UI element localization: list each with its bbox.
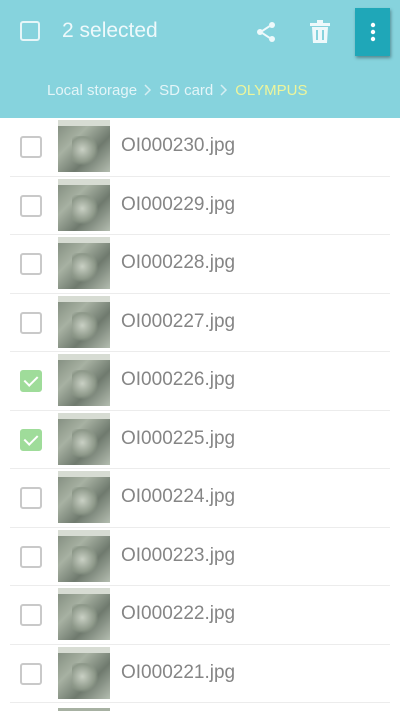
image-thumbnail — [58, 295, 110, 348]
file-name: OI000230.jpg — [121, 135, 236, 156]
item-checkbox[interactable] — [20, 370, 42, 392]
file-name: OI000222.jpg — [121, 603, 236, 624]
trash-icon — [310, 20, 330, 43]
list-item[interactable]: OI000226.jpg — [0, 352, 400, 411]
breadcrumb-sd-card[interactable]: SD card — [159, 82, 213, 99]
item-checkbox[interactable] — [20, 604, 42, 626]
delete-button[interactable] — [304, 16, 336, 48]
list-item[interactable]: OI000230.jpg — [0, 118, 400, 177]
list-item[interactable]: OI000221.jpg — [0, 645, 400, 704]
breadcrumb-local-storage[interactable]: Local storage — [47, 82, 137, 99]
list-item[interactable]: OI000222.jpg — [0, 586, 400, 645]
image-thumbnail — [58, 646, 110, 699]
image-thumbnail — [58, 237, 110, 289]
file-name: OI000221.jpg — [121, 661, 236, 683]
chevron-right-icon — [139, 82, 157, 98]
file-list: OI000230.jpg OI000229.jpg OI000228.jpg O… — [0, 118, 400, 703]
image-thumbnail — [58, 588, 110, 640]
image-thumbnail — [58, 529, 110, 582]
item-checkbox[interactable] — [20, 311, 42, 334]
item-checkbox[interactable] — [20, 487, 42, 509]
share-icon — [257, 22, 275, 42]
file-name: OI000228.jpg — [121, 252, 236, 273]
share-button[interactable] — [250, 16, 282, 48]
item-checkbox[interactable] — [20, 253, 42, 275]
image-thumbnail — [58, 412, 110, 465]
file-name: OI000224.jpg — [121, 486, 236, 507]
item-checkbox[interactable] — [20, 428, 42, 451]
item-checkbox[interactable] — [20, 136, 42, 158]
breadcrumb: Local storage SD card OLYMPUS — [47, 80, 308, 100]
file-name: OI000226.jpg — [121, 369, 236, 390]
image-thumbnail — [58, 120, 110, 172]
file-name: OI000225.jpg — [121, 427, 236, 449]
select-all-checkbox[interactable] — [20, 21, 40, 41]
more-options-button[interactable] — [355, 8, 390, 56]
more-vert-icon — [370, 22, 375, 42]
list-item[interactable]: OI000223.jpg — [0, 528, 400, 587]
selection-count: 2 selected — [62, 19, 158, 42]
image-thumbnail — [58, 471, 110, 523]
breadcrumb-olympus[interactable]: OLYMPUS — [235, 82, 307, 99]
file-name: OI000229.jpg — [121, 193, 236, 215]
image-thumbnail — [58, 354, 110, 406]
file-name: OI000223.jpg — [121, 544, 236, 566]
item-checkbox[interactable] — [20, 662, 42, 685]
item-checkbox[interactable] — [20, 545, 42, 568]
list-item[interactable]: OI000228.jpg — [0, 235, 400, 294]
list-item[interactable]: OI000229.jpg — [0, 177, 400, 236]
image-thumbnail — [58, 178, 110, 231]
item-checkbox[interactable] — [20, 194, 42, 217]
list-item[interactable]: OI000227.jpg — [0, 294, 400, 353]
chevron-right-icon — [215, 82, 233, 98]
list-item[interactable]: OI000224.jpg — [0, 469, 400, 528]
file-name: OI000227.jpg — [121, 310, 236, 332]
list-item[interactable]: OI000225.jpg — [0, 411, 400, 470]
app-bar: 2 selected Local storage SD card OLYMPUS — [0, 0, 400, 118]
